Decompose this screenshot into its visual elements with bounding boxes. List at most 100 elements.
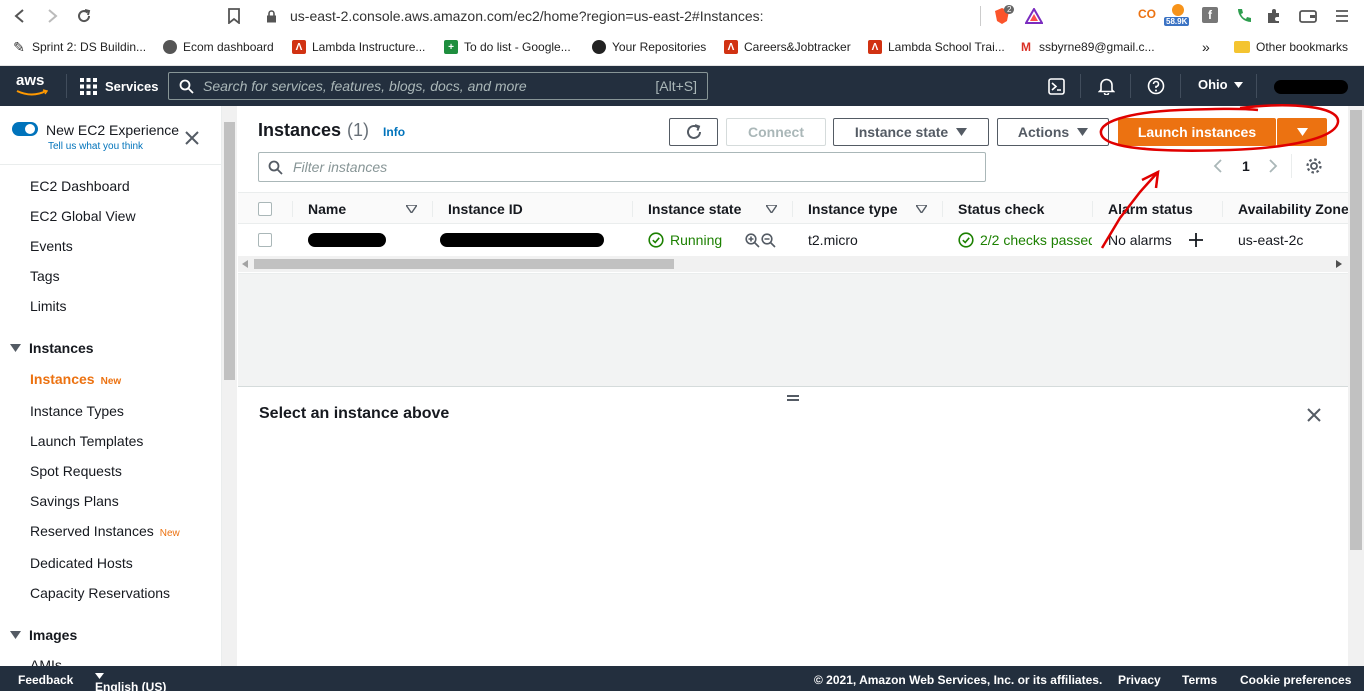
sidebar-item-ec2-global-view[interactable]: EC2 Global View bbox=[30, 208, 136, 224]
header-divider bbox=[1080, 74, 1081, 98]
privacy-link[interactable]: Privacy bbox=[1118, 673, 1161, 687]
instance-id-redacted[interactable] bbox=[440, 233, 604, 247]
column-header-instance-state[interactable]: Instance state bbox=[648, 193, 741, 225]
zoom-out-icon[interactable] bbox=[760, 232, 776, 248]
page-title: Instances (1) Info bbox=[258, 120, 406, 140]
page-number[interactable]: 1 bbox=[1242, 158, 1250, 174]
sidebar-scrollbar-thumb[interactable] bbox=[224, 122, 235, 380]
other-bookmarks-folder[interactable]: Other bookmarks bbox=[1234, 32, 1348, 62]
sidebar-scrollbar[interactable] bbox=[222, 106, 237, 666]
sidebar-item-instances[interactable]: Instances New bbox=[30, 371, 121, 387]
more-bookmarks-button[interactable]: » bbox=[1202, 32, 1210, 62]
resize-handle-icon[interactable] bbox=[787, 395, 799, 401]
launch-instances-button[interactable]: Launch instances bbox=[1118, 118, 1276, 146]
bookmark-page-icon[interactable] bbox=[222, 4, 246, 28]
region-selector[interactable]: Ohio bbox=[1198, 77, 1243, 92]
sidebar-item-tags[interactable]: Tags bbox=[30, 268, 60, 284]
forward-icon[interactable] bbox=[40, 4, 64, 28]
row-checkbox[interactable] bbox=[258, 233, 272, 247]
instance-state-dropdown[interactable]: Instance state bbox=[833, 118, 989, 146]
bookmark-item[interactable]: + To do list - Google... bbox=[444, 32, 571, 62]
bookmark-item[interactable]: ✎ Sprint 2: DS Buildin... bbox=[12, 32, 146, 62]
reload-icon[interactable] bbox=[72, 4, 96, 28]
extension-counter-icon[interactable]: 58.9K bbox=[1164, 4, 1192, 30]
table-horizontal-scrollbar[interactable] bbox=[238, 256, 1348, 272]
aws-logo[interactable]: aws bbox=[16, 72, 50, 100]
sidebar-item-launch-templates[interactable]: Launch Templates bbox=[30, 433, 143, 449]
notifications-bell-icon[interactable] bbox=[1096, 76, 1116, 96]
settings-gear-icon[interactable] bbox=[1304, 156, 1324, 176]
column-header-instance-id[interactable]: Instance ID bbox=[448, 193, 523, 225]
sort-caret-icon bbox=[916, 205, 927, 213]
filter-instances-input[interactable]: Filter instances bbox=[258, 152, 986, 182]
terms-link[interactable]: Terms bbox=[1182, 673, 1217, 687]
table-row[interactable]: Running t2.micro 2/2 checks passed No al… bbox=[238, 224, 1348, 256]
next-page-icon[interactable] bbox=[1266, 158, 1280, 174]
info-link[interactable]: Info bbox=[383, 125, 405, 139]
sidebar-item-limits[interactable]: Limits bbox=[30, 298, 67, 314]
brave-shield-icon[interactable]: 2 bbox=[990, 5, 1015, 27]
page-scrollbar[interactable] bbox=[1348, 106, 1364, 666]
sidebar-item-capacity-reservations[interactable]: Capacity Reservations bbox=[30, 585, 170, 601]
close-panel-icon[interactable] bbox=[1304, 405, 1324, 425]
column-header-status-check[interactable]: Status check bbox=[958, 193, 1044, 225]
caret-down-icon bbox=[956, 128, 968, 136]
back-icon[interactable] bbox=[8, 4, 32, 28]
copyright-text: © 2021, Amazon Web Services, Inc. or its… bbox=[814, 673, 1103, 687]
help-icon[interactable] bbox=[1146, 76, 1166, 96]
browser-menu-icon[interactable] bbox=[1332, 6, 1352, 26]
services-menu[interactable]: Services bbox=[80, 76, 159, 96]
sidebar-item-instance-types[interactable]: Instance Types bbox=[30, 403, 124, 419]
sidebar-item-savings-plans[interactable]: Savings Plans bbox=[30, 493, 119, 509]
search-input[interactable]: Search for services, features, blogs, do… bbox=[168, 72, 708, 100]
column-header-instance-type[interactable]: Instance type bbox=[808, 193, 897, 225]
bookmark-item[interactable]: M ssbyrne89@gmail.c... bbox=[1019, 32, 1155, 62]
sidebar-item-dedicated-hosts[interactable]: Dedicated Hosts bbox=[30, 555, 133, 571]
availability-zone-cell: us-east-2c bbox=[1238, 232, 1304, 248]
extensions-icon[interactable] bbox=[1264, 6, 1284, 26]
horizontal-scrollbar-thumb[interactable] bbox=[254, 259, 674, 269]
add-alarm-icon[interactable] bbox=[1188, 232, 1204, 248]
column-header-alarm-status[interactable]: Alarm status bbox=[1108, 193, 1193, 225]
bookmark-item[interactable]: Λ Lambda School Trai... bbox=[868, 32, 1005, 62]
bookmark-item[interactable]: Your Repositories bbox=[592, 32, 706, 62]
refresh-button[interactable] bbox=[669, 118, 718, 146]
coinbase-extension-icon[interactable]: CO bbox=[1138, 7, 1156, 21]
sidebar-item-spot-requests[interactable]: Spot Requests bbox=[30, 463, 122, 479]
address-bar[interactable]: us-east-2.console.aws.amazon.com/ec2/hom… bbox=[290, 4, 1046, 28]
launch-options-dropdown[interactable] bbox=[1277, 118, 1327, 146]
feedback-link[interactable]: Tell us what you think bbox=[48, 141, 143, 152]
column-header-availability-zone[interactable]: Availability Zone bbox=[1238, 193, 1348, 225]
caret-down-icon bbox=[1296, 128, 1308, 136]
select-all-checkbox[interactable] bbox=[258, 202, 272, 216]
phone-extension-icon[interactable] bbox=[1234, 6, 1254, 26]
cookie-preferences-link[interactable]: Cookie preferences bbox=[1240, 673, 1351, 687]
close-sidebar-icon[interactable] bbox=[182, 128, 202, 148]
new-experience-toggle[interactable] bbox=[12, 122, 38, 136]
feedback-button[interactable]: Feedback bbox=[18, 673, 73, 687]
sidebar-item-events[interactable]: Events bbox=[30, 238, 73, 254]
bookmark-item[interactable]: Λ Careers&Jobtracker bbox=[724, 32, 851, 62]
account-menu-redacted[interactable] bbox=[1274, 80, 1348, 94]
bookmark-item[interactable]: Ecom dashboard bbox=[163, 32, 274, 62]
bookmark-item[interactable]: Λ Lambda Instructure... bbox=[292, 32, 425, 62]
page-scrollbar-thumb[interactable] bbox=[1350, 110, 1362, 550]
language-selector[interactable]: English (US) bbox=[95, 673, 166, 691]
column-header-name[interactable]: Name bbox=[308, 193, 346, 225]
sidebar-item-amis[interactable]: AMIs bbox=[30, 657, 62, 666]
sidebar-item-reserved-instances[interactable]: Reserved Instances New bbox=[30, 523, 180, 539]
cloudshell-icon[interactable] bbox=[1046, 76, 1066, 96]
zoom-in-icon[interactable] bbox=[744, 232, 760, 248]
gmail-icon: M bbox=[1019, 40, 1033, 54]
sidebar-item-ec2-dashboard[interactable]: EC2 Dashboard bbox=[30, 178, 130, 194]
connect-button[interactable]: Connect bbox=[726, 118, 826, 146]
sidebar-section-instances[interactable]: Instances bbox=[10, 340, 94, 356]
sort-caret-icon bbox=[766, 205, 777, 213]
wallet-icon[interactable] bbox=[1298, 6, 1318, 26]
brave-rewards-icon[interactable] bbox=[1024, 6, 1044, 26]
actions-dropdown[interactable]: Actions bbox=[997, 118, 1109, 146]
search-icon bbox=[179, 79, 194, 94]
facebook-icon[interactable]: f bbox=[1202, 7, 1218, 23]
previous-page-icon[interactable] bbox=[1210, 158, 1224, 174]
sidebar-section-images[interactable]: Images bbox=[10, 627, 77, 643]
